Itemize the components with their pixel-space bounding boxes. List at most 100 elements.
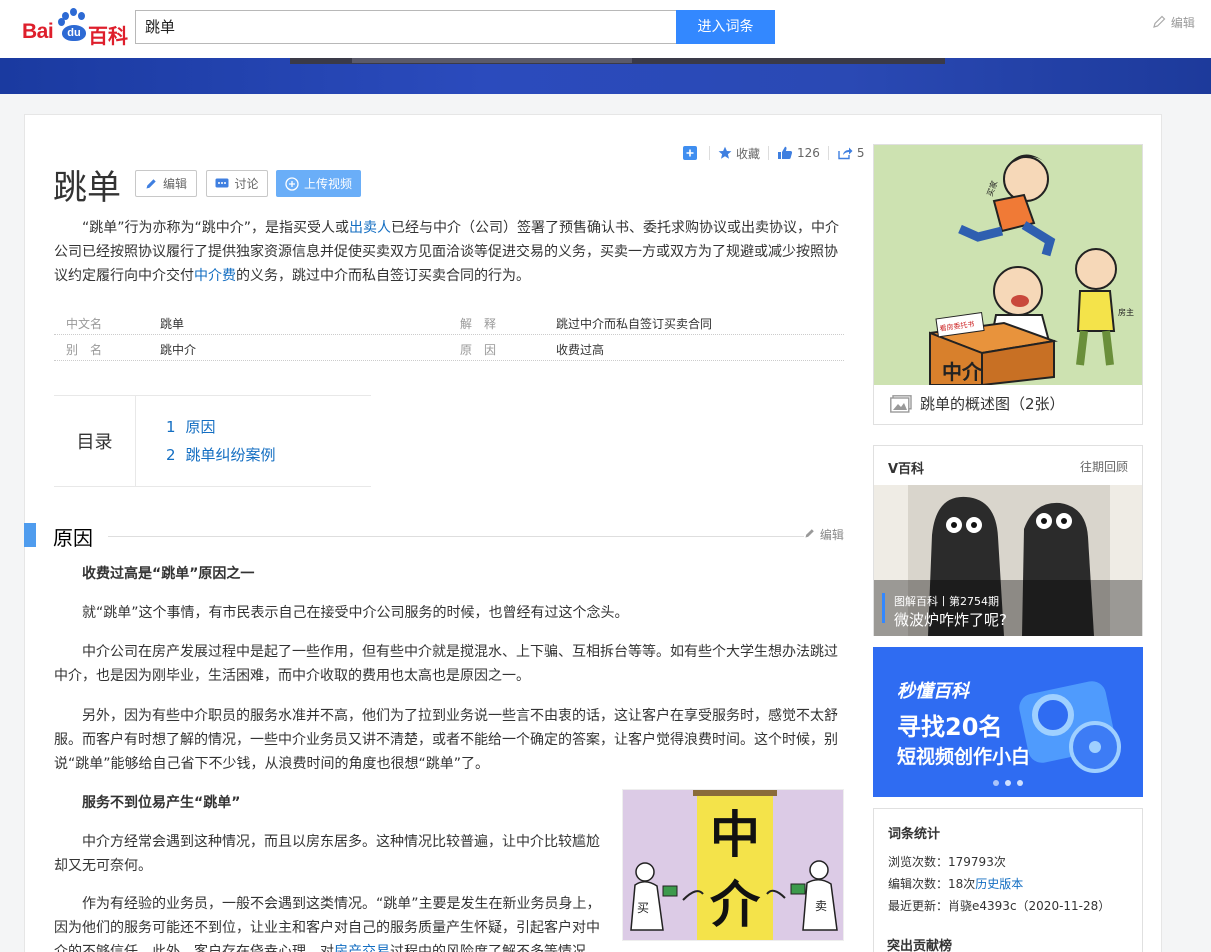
edits-value: 18次: [948, 877, 976, 891]
paragraph: 另外，因为有些中介职员的服务水准并不高，他们为了拉到业务说一些言不由衷的话，这让…: [54, 708, 838, 772]
upload-video-label: 上传视频: [303, 177, 352, 191]
lemma-stats-card: 词条统计 浏览次数：179793次 编辑次数：18次历史版本 最近更新：肖骁e4…: [873, 808, 1143, 952]
thumbs-up-icon[interactable]: [777, 146, 793, 160]
v-baike-video-title: 微波炉咋炸了呢?: [894, 611, 1007, 629]
illustration-buyer: 买: [637, 901, 649, 915]
carousel-dot[interactable]: [993, 780, 999, 786]
plus-circle-icon: [285, 176, 299, 191]
updated-row: 最近更新：肖骁e4393c（2020-11-28）: [888, 897, 1110, 914]
overview-cartoon: 买家 房主 看房委托书 中介: [874, 145, 1142, 385]
cartoon-label-owner: 房主: [1118, 307, 1134, 317]
baidu-baike-logo[interactable]: Bai du 百科: [22, 8, 132, 48]
like-count: 126: [797, 146, 820, 160]
illustration-char-top: 中: [710, 806, 760, 864]
header-banner: [0, 58, 1211, 94]
miaodong-baike-ad-banner[interactable]: 秒懂百科 寻找20名 短视频创作小白: [873, 647, 1143, 797]
enter-lemma-button[interactable]: 进入词条: [676, 10, 775, 44]
info-name: 原 因: [460, 343, 497, 357]
overview-album[interactable]: 买家 房主 看房委托书 中介 跳单的概述图（2张）: [873, 144, 1143, 425]
edits-row: 编辑次数：18次历史版本: [888, 875, 1023, 892]
add-icon[interactable]: [683, 146, 697, 160]
paragraph: 作为有经验的业务员，一般不会遇到这类情况。“跳单”主要是发生在新业务员身上，因为…: [54, 892, 602, 952]
agency-illustration[interactable]: 中 介 买 卖: [622, 789, 844, 941]
toc-number: 1: [166, 418, 176, 436]
section-title: 原因: [53, 526, 93, 550]
divider: [768, 146, 770, 160]
paw-icon: [58, 18, 65, 26]
share-count: 5: [856, 146, 865, 160]
past-episodes-link[interactable]: 往期回顾: [1080, 458, 1128, 475]
views-row: 浏览次数：179793次: [888, 853, 1006, 870]
top-edit-link[interactable]: 编辑: [1151, 14, 1195, 31]
lemma-summary: “跳单”行为亦称为“跳中介”，是指买受人或出卖人已经与中介（公司）签署了预售确认…: [54, 216, 844, 288]
info-value: 收费过高: [556, 343, 605, 357]
toc-text: 跳单纠纷案例: [185, 446, 276, 464]
top-contributors-title: 突出贡献榜: [887, 939, 953, 952]
history-versions-link[interactable]: 历史版本: [975, 877, 1023, 891]
divider: [827, 146, 829, 160]
paragraph-text: 过程中的风险度了解不多等情况: [390, 944, 586, 952]
edit-button-label: 编辑: [162, 177, 187, 191]
paragraph-heading: 收费过高是“跳单”原因之一: [82, 566, 255, 582]
stats-title: 词条统计: [888, 827, 941, 842]
toc-label: 目录: [54, 396, 136, 486]
carousel-dots: [993, 780, 1023, 786]
carousel-dot[interactable]: [1005, 780, 1011, 786]
info-name: 别 名: [66, 343, 103, 357]
section-edit-label: 编辑: [819, 528, 844, 542]
views-label: 浏览次数：: [888, 855, 949, 869]
v-baike-card: V百科 往期回顾 图解百科丨第2754期 微波炉咋炸了呢?: [873, 445, 1143, 636]
logo-du-text: du: [62, 25, 86, 41]
ad-brand-text: 秒懂百科: [897, 681, 969, 701]
paragraph: 中介方经常会遇到这种情况，而且以房东居多。这种情况比较普遍，让中介比较尴尬却又无…: [54, 834, 600, 874]
carousel-dot[interactable]: [1017, 780, 1023, 786]
divider: [709, 146, 710, 160]
basic-info-row: 中文名 跳单 解 释 跳过中介而私自签订买卖合同: [54, 309, 844, 335]
v-baike-video[interactable]: 图解百科丨第2754期 微波炉咋炸了呢?: [874, 485, 1142, 636]
toc-number: 2: [166, 446, 176, 464]
illustration-seller: 卖: [815, 899, 827, 913]
views-value: 179793次: [948, 855, 1006, 869]
updated-value: 肖骁e4393c（2020-11-28）: [948, 899, 1111, 913]
summary-text: “跳单”行为亦称为“跳中介”，是指买受人或: [82, 220, 350, 236]
star-icon[interactable]: [718, 146, 732, 160]
logo-baike-text: 百科: [88, 24, 128, 48]
info-value: 跳单: [160, 317, 185, 331]
seller-link[interactable]: 出卖人: [349, 220, 391, 236]
pencil-icon: [146, 179, 156, 189]
top-edit-label: 编辑: [1170, 16, 1195, 30]
toc-text: 原因: [185, 418, 216, 436]
section-marker: [24, 523, 36, 547]
pencil-icon: [805, 529, 814, 538]
info-value: 跳过中介而私自签订买卖合同: [556, 317, 713, 331]
agency-fee-link[interactable]: 中介费: [194, 268, 236, 284]
info-name: 中文名: [66, 317, 103, 331]
edit-button[interactable]: 编辑: [135, 170, 197, 197]
section-edit-link[interactable]: 编辑: [804, 526, 844, 543]
search-input[interactable]: 跳单: [135, 10, 676, 44]
paragraph: 就“跳单”这个事情，有市民表示自己在接受中介公司服务的时候，也曾经有过这个念头。: [82, 605, 629, 621]
lemma-title: 跳单: [53, 168, 121, 208]
gallery-icon: [890, 394, 912, 413]
toc-item-reason[interactable]: 1 原因: [166, 416, 216, 437]
agency-illustration-art: 中 介 买 卖: [623, 790, 843, 940]
section-header: 原因 编辑: [24, 520, 844, 550]
basic-info-table: 中文名 跳单 解 释 跳过中介而私自签订买卖合同 别 名 跳中介 原 因 收费过…: [54, 309, 844, 361]
toc-item-cases[interactable]: 2 跳单纠纷案例: [166, 444, 276, 465]
upload-video-button[interactable]: 上传视频: [276, 170, 361, 197]
collect-label[interactable]: 收藏: [736, 145, 760, 162]
discuss-button[interactable]: 讨论: [206, 170, 268, 197]
album-caption[interactable]: 跳单的概述图（2张）: [890, 393, 1065, 414]
ad-subheadline: 短视频创作小白: [897, 746, 1031, 768]
info-name: 解 释: [460, 317, 497, 331]
edits-label: 编辑次数：: [888, 877, 949, 891]
section-divider: [108, 536, 804, 537]
overview-image[interactable]: 买家 房主 看房委托书 中介: [874, 145, 1142, 385]
v-baike-title: V百科: [888, 462, 925, 477]
banner-strip: [352, 58, 632, 63]
real-estate-transaction-link[interactable]: 房产交易: [334, 944, 390, 952]
share-icon[interactable]: [837, 146, 853, 160]
paw-icon: [78, 12, 85, 20]
v-baike-episode-tag: 图解百科丨第2754期: [894, 595, 999, 608]
illustration-char-bottom: 介: [710, 876, 761, 934]
